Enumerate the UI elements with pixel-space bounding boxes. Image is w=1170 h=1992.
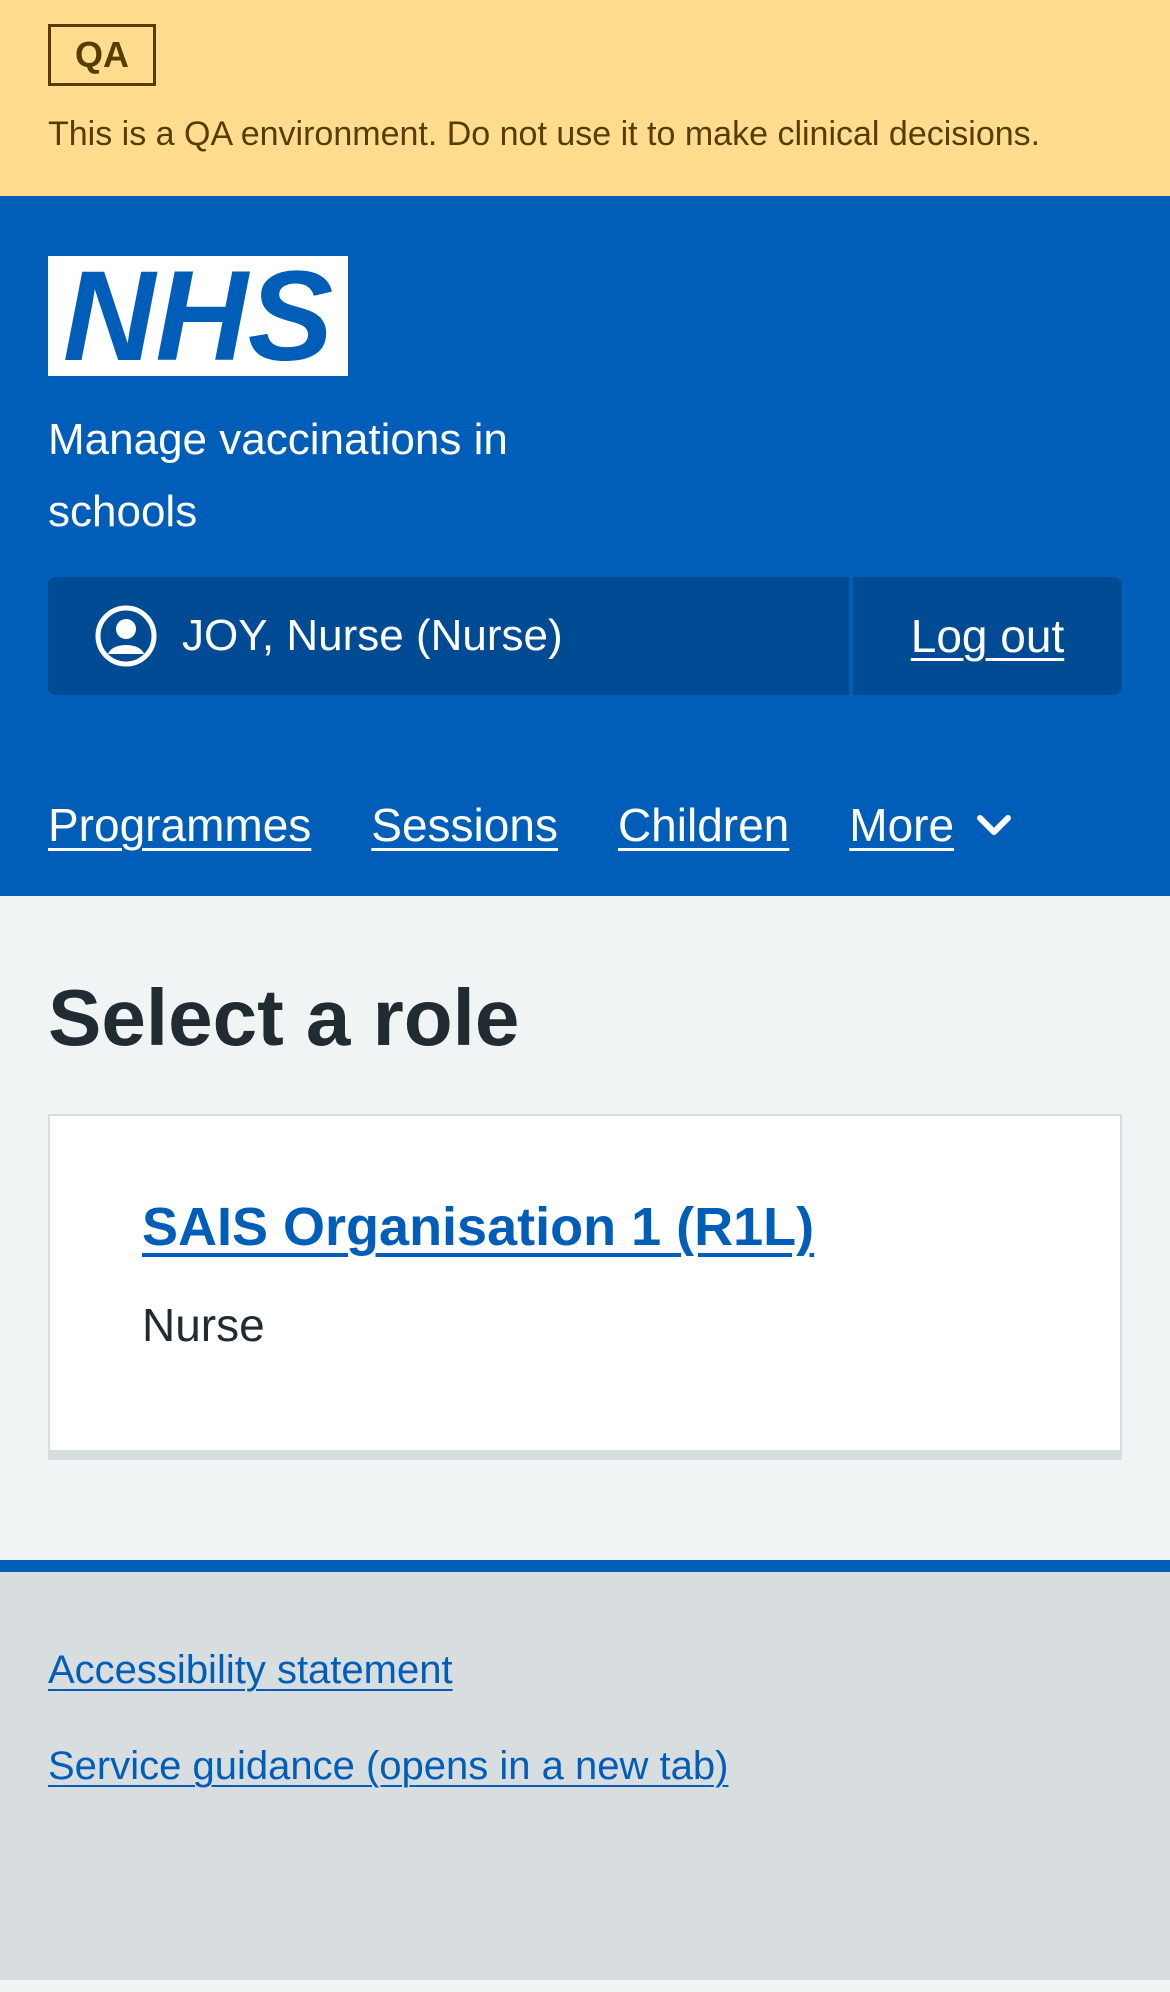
nav-item-children[interactable]: Children	[618, 798, 789, 852]
role-description: Nurse	[142, 1299, 265, 1351]
nav-item-sessions[interactable]: Sessions	[371, 798, 558, 852]
chevron-down-icon	[977, 815, 1012, 835]
footer-link-accessibility[interactable]: Accessibility statement	[48, 1644, 1122, 1696]
main-content: Select a role SAIS Organisation 1 (R1L) …	[0, 896, 1170, 1560]
page-title: Select a role	[48, 973, 520, 1062]
organisation-role-link[interactable]: SAIS Organisation 1 (R1L)	[142, 1196, 814, 1258]
site-footer: Accessibility statement Service guidance…	[0, 1560, 1170, 1980]
nav-more-label: More	[849, 799, 955, 851]
service-name[interactable]: Manage vaccinations in schools	[48, 404, 648, 548]
user-circle-icon	[95, 605, 157, 667]
site-header: NHS Manage vaccinations in schools JOY, …	[0, 196, 1170, 896]
nav-item-programmes[interactable]: Programmes	[48, 798, 311, 852]
qa-warning-message: This is a QA environment. Do not use it …	[48, 115, 1041, 153]
qa-environment-banner: QA This is a QA environment. Do not use …	[0, 0, 1170, 196]
account-bar: JOY, Nurse (Nurse) Log out	[48, 577, 1122, 695]
nhs-logo[interactable]: NHS	[48, 256, 348, 376]
account-user-label: JOY, Nurse (Nurse)	[182, 611, 563, 660]
role-card: SAIS Organisation 1 (R1L) Nurse	[48, 1114, 1122, 1460]
logout-link[interactable]: Log out	[911, 609, 1064, 663]
svg-text:NHS: NHS	[63, 256, 333, 376]
primary-navigation: Programmes Sessions Children More	[48, 770, 1014, 880]
qa-tag: QA	[48, 24, 156, 86]
nav-more-button[interactable]: More	[849, 798, 1014, 852]
footer-link-service-guidance[interactable]: Service guidance (opens in a new tab)	[48, 1740, 1122, 1792]
account-user: JOY, Nurse (Nurse)	[48, 577, 849, 695]
logout-container: Log out	[853, 577, 1122, 695]
